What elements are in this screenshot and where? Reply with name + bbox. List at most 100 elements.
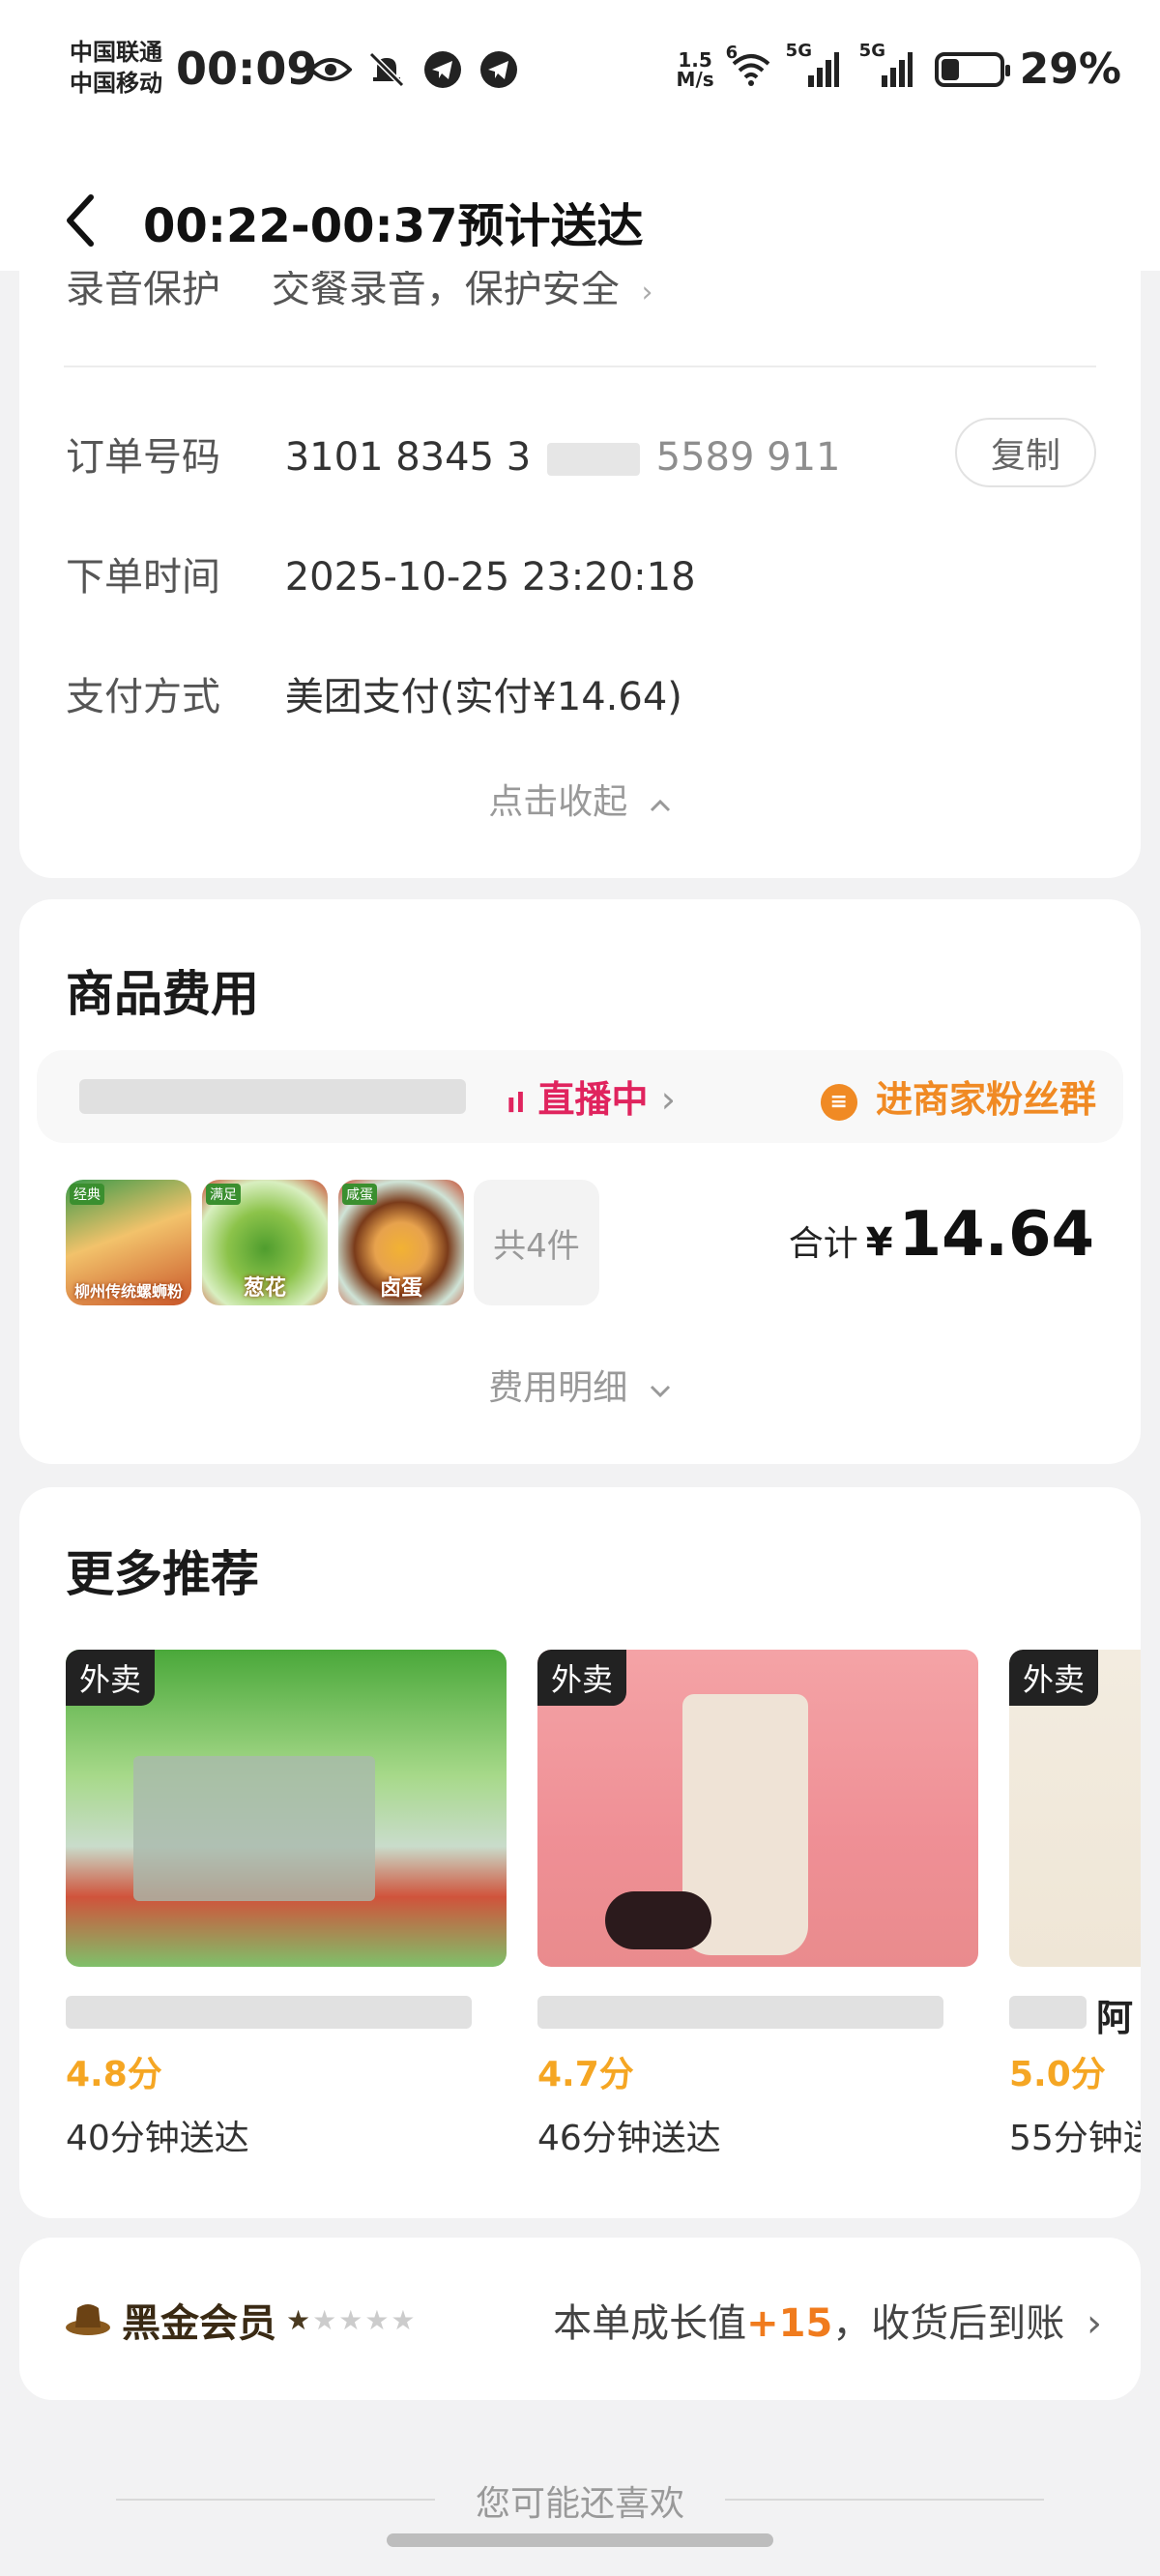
telegram-icon [421,48,464,91]
recommend-item[interactable]: 外卖 阿 5.0分 55分钟送达 [1009,1650,1141,2160]
recommend-name-masked [537,1988,978,2033]
star-empty-icon: ★★★★ [312,2303,418,2336]
chevron-right-icon: › [660,1078,676,1121]
recommend-card: 更多推荐 外卖 4.8分 40分钟送达 外卖 4.7分 46分钟送达 外卖 阿 … [19,1487,1141,2218]
live-bars-icon: ıl [507,1087,526,1119]
carrier-info: 中国联通 中国移动 [70,37,162,99]
fans-group-label: 进商家粉丝群 [875,1078,1096,1121]
carrier-1: 中国联通 [70,39,162,66]
delivery-badge: 外卖 [537,1650,627,1706]
thumb-caption: 葱花 [243,1276,286,1301]
more-like-label: 您可能还喜欢 [475,2484,684,2524]
wifi-label: 6 [725,42,739,63]
payment-label: 支付方式 [66,675,220,719]
collapse-toggle[interactable]: 点击收起 [19,774,1141,824]
more-items-count[interactable]: 共4件 [474,1180,599,1305]
divider [64,366,1096,367]
product-thumb[interactable]: 经典 柳州传统螺蛳粉 [66,1180,191,1305]
total-value: 14.64 [898,1199,1094,1271]
recommend-carousel[interactable]: 外卖 4.8分 40分钟送达 外卖 4.7分 46分钟送达 外卖 阿 5.0分 … [66,1650,1141,2191]
thumb-tag: 满足 [206,1184,241,1205]
star-filled-icon: ★ [286,2303,313,2336]
section-title: 商品费用 [66,966,259,1022]
back-arrow-icon[interactable] [60,191,102,249]
net-speed: 1.5 M/s [677,50,714,89]
fee-detail-label: 费用明细 [488,1368,628,1408]
recommend-time: 55分钟送达 [1009,2119,1141,2158]
fee-detail-toggle[interactable]: 费用明细 [19,1360,1141,1410]
order-number-label: 订单号码 [66,435,220,480]
recommend-time: 40分钟送达 [66,2119,249,2158]
recommend-item[interactable]: 外卖 4.8分 40分钟送达 [66,1650,507,2160]
recommend-name: 阿 [1009,1988,1141,2039]
net-speed-value: 1.5 [678,47,712,72]
growth-value-info[interactable]: 本单成长值+15，收货后到账 › [553,2292,1102,2348]
status-bar: 中国联通 中国移动 00:09 1.5 M/s 6 5G 5G 29% [0,0,1160,145]
recommend-image: 外卖 [537,1650,978,1967]
recording-protect-value: 交餐录音，保护安全 [271,267,620,311]
notification-icons [309,48,520,91]
mute-bell-icon [365,48,408,91]
order-time-value: 2025-10-25 23:20:18 [284,555,696,600]
chevron-right-icon: › [641,276,653,309]
delivery-badge: 外卖 [1009,1650,1099,1706]
net-speed-unit: M/s [676,67,714,91]
order-number-tail: 5589 911 [655,435,841,480]
shop-bar[interactable]: ıl 直播中 › ≡ 进商家粉丝群 [37,1050,1123,1143]
recommend-score: 4.8分 [66,2055,162,2094]
crown-icon [64,2298,112,2341]
masked-text [1009,1996,1087,2029]
recommend-image: 外卖 [66,1650,507,1967]
total-label: 合计 [788,1224,858,1264]
collapse-label: 点击收起 [488,782,628,822]
fans-group-link[interactable]: ≡ 进商家粉丝群 [820,1069,1096,1123]
growth-text-after: ，收货后到账 [832,2301,1065,2346]
chevron-up-icon [649,782,672,822]
telegram-icon [478,48,520,91]
vip-stars: ★★★★★ [286,2304,418,2336]
order-number-value: 3101 8345 3 [284,435,532,480]
pearls [605,1891,711,1949]
signal-icon: 5G [786,41,846,91]
recommend-item[interactable]: 外卖 4.7分 46分钟送达 [537,1650,978,2160]
masked-text [66,1996,472,2029]
page-title: 00:22-00:37预计送达 [143,199,644,253]
more-like-divider: 您可能还喜欢 [0,2475,1160,2526]
battery-icon [934,51,1010,87]
payment-row: 支付方式 美团支付(实付¥14.64) [66,665,682,721]
live-indicator[interactable]: ıl 直播中 › [507,1069,676,1123]
order-number-row: 订单号码 3101 8345 3 5589 911 [66,425,841,482]
recommend-score: 5.0分 [1009,2055,1106,2094]
copy-button[interactable]: 复制 [955,418,1096,487]
signal-icon: 5G [859,41,919,91]
shop-name-masked [79,1079,466,1114]
wifi-icon: 6 [726,43,772,91]
carrier-2: 中国移动 [70,70,162,97]
recommend-name-text: 阿 [1096,1997,1134,2039]
image-masked [133,1756,375,1901]
thumb-tag: 经典 [70,1184,104,1205]
product-thumb[interactable]: 满足 葱花 [202,1180,328,1305]
order-time-label: 下单时间 [66,555,220,600]
currency-symbol: ¥ [865,1220,893,1265]
home-indicator[interactable] [387,2533,773,2547]
signal-label-2: 5G [858,40,885,61]
order-time-row: 下单时间 2025-10-25 23:20:18 [66,545,696,601]
order-info-card: 录音保护 交餐录音，保护安全 › 订单号码 3101 8345 3 5589 9… [19,232,1141,878]
masked-text [537,1996,943,2029]
system-icons: 1.5 M/s 6 5G 5G 29% [677,41,1121,95]
recommend-time: 46分钟送达 [537,2119,721,2158]
live-label: 直播中 [537,1078,649,1121]
recommend-score: 4.7分 [537,2055,634,2094]
thumb-tag: 咸蛋 [342,1184,377,1205]
product-thumb[interactable]: 咸蛋 卤蛋 [338,1180,464,1305]
battery-percent: 29% [1019,44,1121,94]
thumb-caption: 卤蛋 [379,1276,422,1301]
chevron-down-icon [649,1368,672,1408]
vip-label: 黑金会员 [122,2301,276,2346]
delivery-badge: 外卖 [66,1650,156,1706]
vip-card[interactable]: 黑金会员 ★★★★★ 本单成长值+15，收货后到账 › [19,2238,1141,2400]
section-title: 更多推荐 [66,1546,259,1602]
recommend-image: 外卖 [1009,1650,1141,1967]
page-header: 00:22-00:37预计送达 [0,145,1160,271]
